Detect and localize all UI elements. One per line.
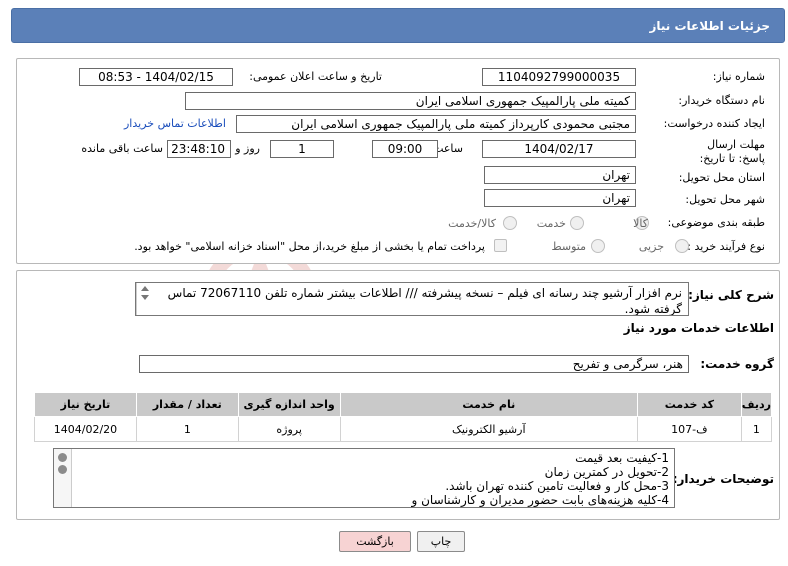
scroll-up-icon[interactable] [141,286,149,291]
notes-line-2: 2-تحویل در کمترین زمان [544,465,669,479]
city-field: تهران [484,189,636,207]
buyer-org-label: نام دستگاه خریدار: [678,94,765,107]
notes-line-3: 3-محل کار و فعالیت تامین کننده تهران باش… [445,479,669,493]
process-option-medium: متوسط [551,240,586,253]
print-button[interactable]: چاپ [417,531,465,552]
col-service-code: کد خدمت [636,392,742,417]
notes-line-4: 4-کلیه هزینه‌های بابت حضور مدیران و کارش… [411,493,669,507]
col-unit: واحد اندازه گیری [237,392,341,417]
treasury-docs-note: پرداخت تمام یا بخشی از مبلغ خرید،از محل … [134,240,485,253]
deadline-days-field: 1 [270,140,334,158]
process-radio-medium[interactable] [591,239,605,253]
cell-service-code: ف-107 [636,416,742,442]
buyer-contact-link[interactable]: اطلاعات تماس خریدار [124,117,226,130]
deadline-date-field: 1404/02/17 [482,140,636,158]
buyer-notes-textarea[interactable]: 1-کیفیت بعد قیمت 2-تحویل در کمترین زمان … [53,448,675,508]
col-row-number: ردیف [740,392,773,417]
cell-row-number: 1 [740,416,773,442]
services-table: ردیف کد خدمت نام خدمت واحد اندازه گیری ت… [34,392,773,442]
cell-quantity: 1 [135,416,239,442]
category-label: طبقه بندی موضوعی: [667,216,765,229]
category-option-service: خدمت [536,217,566,230]
need-number-field: 1104092799000035 [482,68,636,86]
summary-textarea[interactable]: نرم افزار آرشیو چند رسانه ای فیلم – نسخه… [135,282,689,316]
table-row: 1 ف-107 آرشیو الکترونیک پروژه 1 1404/02/… [34,416,773,442]
remaining-time-field: 23:48:10 [167,140,231,158]
cell-unit: پروژه [237,416,341,442]
category-option-goods-service: کالا/خدمت [448,217,496,230]
summary-label: شرح کلی نیاز: [688,288,774,302]
cell-service-name: آرشیو الکترونیک [339,416,638,442]
scroll-thumb-dot-icon[interactable] [58,465,67,474]
requester-label: ایجاد کننده درخواست: [663,117,765,130]
summary-text: نرم افزار آرشیو چند رسانه ای فیلم – نسخه… [167,286,682,316]
city-label: شهر محل تحویل: [685,193,765,206]
scroll-down-icon[interactable] [141,295,149,300]
announce-datetime-label: تاریخ و ساعت اعلان عمومی: [249,70,382,83]
service-group-label: گروه خدمت: [700,357,774,371]
page-title: جزئیات اطلاعات نیاز [649,19,770,33]
requester-field: مجتبی محمودی کارپرداز کمیته ملی پارالمپی… [236,115,636,133]
need-info-panel [16,58,780,264]
category-radio-service[interactable] [570,216,584,230]
process-type-label: نوع فرآیند خرید : [687,240,765,253]
deadline-days-label: روز و [235,142,260,155]
buyer-org-field: کمیته ملی پارالمپیک جمهوری اسلامی ایران [185,92,636,110]
service-group-field: هنر، سرگرمی و تفریح [139,355,689,373]
treasury-docs-checkbox[interactable] [494,239,507,252]
announce-datetime-field: 1404/02/15 - 08:53 [79,68,233,86]
deadline-label: مهلت ارسال پاسخ: تا تاریخ: [699,138,765,165]
process-radio-minor[interactable] [675,239,689,253]
need-number-label: شماره نیاز: [712,70,765,83]
cell-need-date: 1404/02/20 [34,416,137,442]
buyer-notes-label: توضیحات خریدار: [672,472,774,486]
category-option-goods: کالا [633,217,648,230]
col-quantity: تعداد / مقدار [135,392,239,417]
col-need-date: تاریخ نیاز [34,392,137,417]
notes-scrollbar[interactable] [54,449,72,507]
col-service-name: نام خدمت [339,392,638,417]
services-section-title: اطلاعات خدمات مورد نیاز [623,321,774,335]
province-field: تهران [484,166,636,184]
table-header-row: ردیف کد خدمت نام خدمت واحد اندازه گیری ت… [34,392,773,417]
back-button[interactable]: بازگشت [339,531,411,552]
notes-line-1: 1-کیفیت بعد قیمت [575,451,669,465]
page-header: جزئیات اطلاعات نیاز [11,8,785,43]
province-label: استان محل تحویل: [678,171,765,184]
category-radio-goods-service[interactable] [503,216,517,230]
process-option-minor: جزیی [638,240,664,253]
summary-scrollbar[interactable] [136,283,152,315]
scroll-up-dot-icon[interactable] [58,453,67,462]
remaining-time-label: ساعت باقی مانده [81,142,163,155]
deadline-time-field: 09:00 [372,140,438,158]
